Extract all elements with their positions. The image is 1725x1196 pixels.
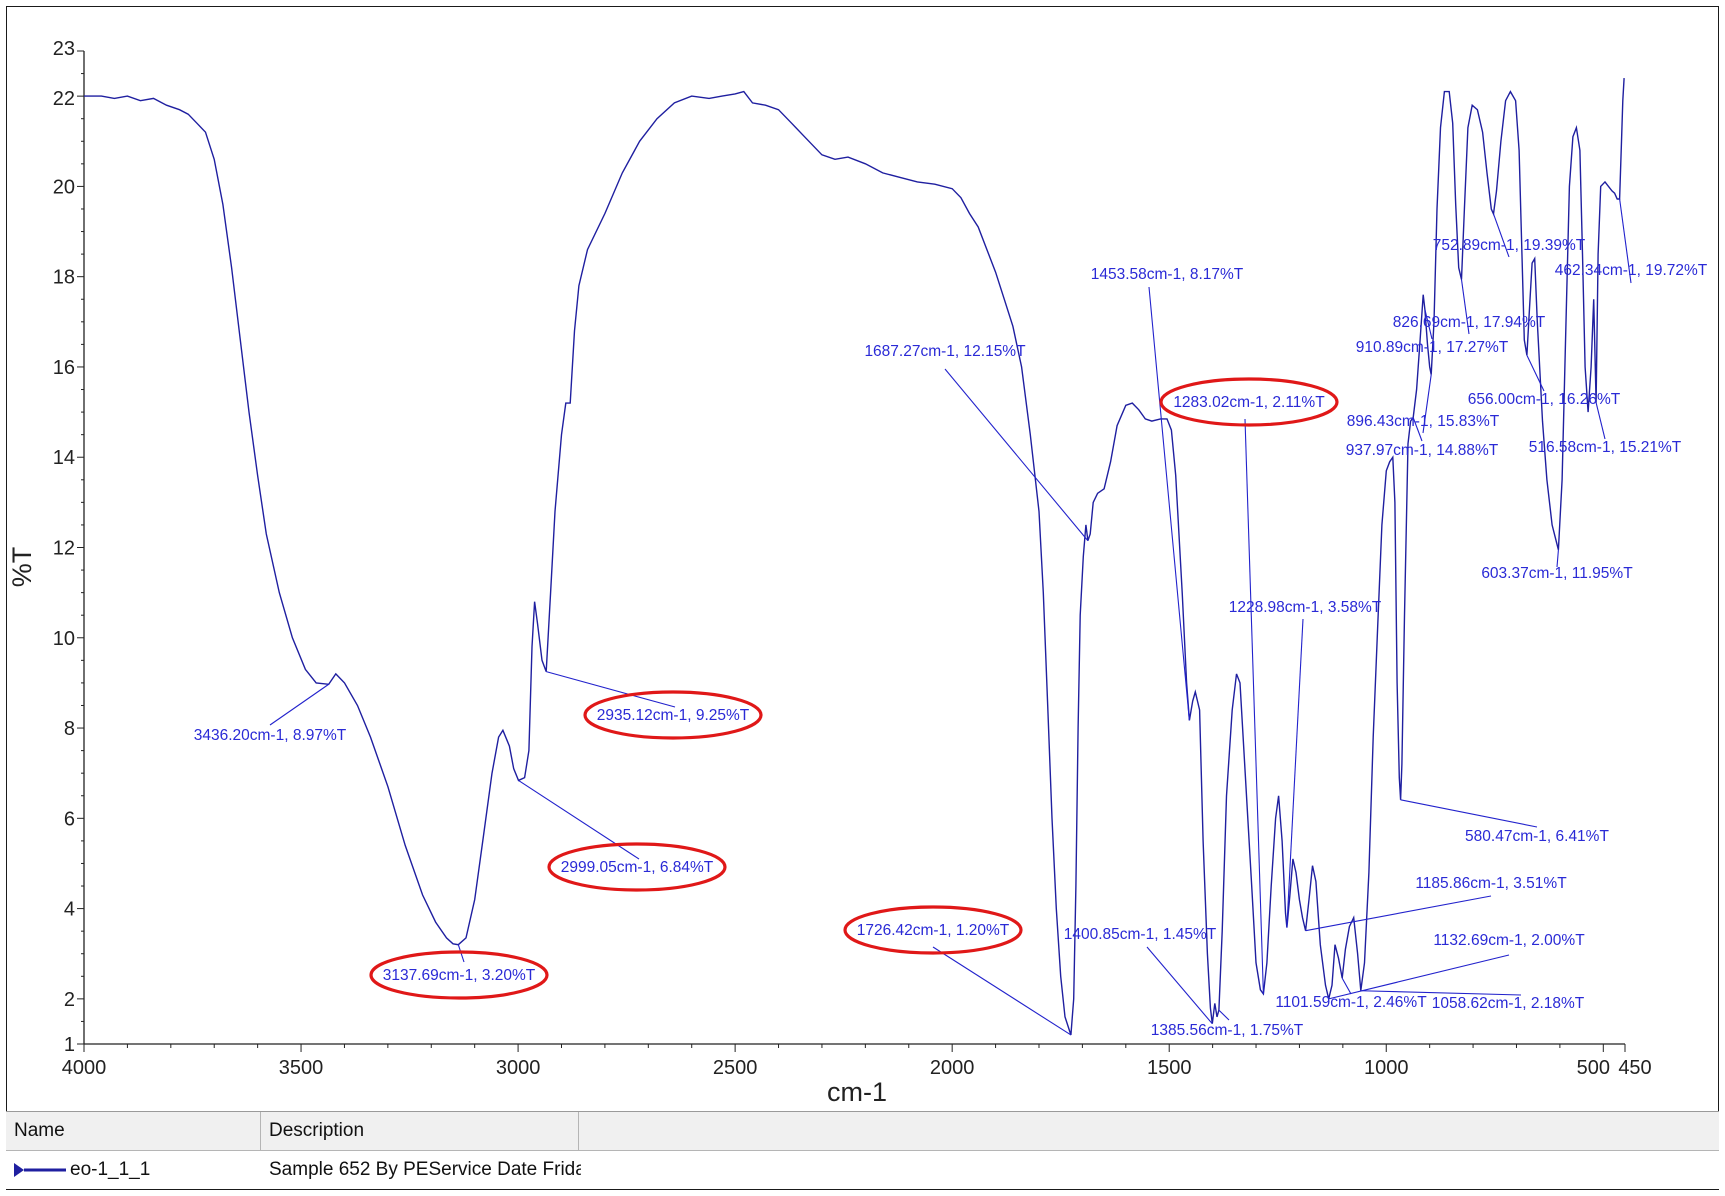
peak-label: 752.89cm-1, 19.39%T <box>1433 237 1586 254</box>
x-tick-label: 2500 <box>713 1057 758 1079</box>
peak-label: 910.89cm-1, 17.27%T <box>1356 339 1509 356</box>
x-tick-label: 1000 <box>1364 1057 1409 1079</box>
x-tick-label: 1500 <box>1147 1057 1192 1079</box>
peak-annotations: 3436.20cm-1, 8.97%T 3137.69cm-1, 3.20%T 29… <box>194 198 1708 1039</box>
y-axis-title: %T <box>7 547 37 588</box>
peak-label: 1228.98cm-1, 3.58%T <box>1229 599 1382 616</box>
y-tick-label: 12 <box>53 538 75 560</box>
peak-label: 826.69cm-1, 17.94%T <box>1393 314 1546 331</box>
peak-leader-line <box>1305 895 1492 932</box>
spectra-list-header: Name Description <box>6 1111 1719 1151</box>
peak-label: 1400.85cm-1, 1.45%T <box>1064 926 1217 943</box>
y-tick-label: 6 <box>64 808 75 830</box>
peak-label: 1132.69cm-1, 2.00%T <box>1433 932 1585 949</box>
spectrum-series <box>84 78 1625 1036</box>
peak-leader-line <box>1148 286 1190 721</box>
column-header-description[interactable]: Description <box>261 1112 579 1150</box>
x-tick-label: 3500 <box>279 1057 324 1079</box>
peak-leader-line <box>1400 799 1538 828</box>
peak-label: 603.37cm-1, 11.95%T <box>1481 565 1633 582</box>
peak-leader-line <box>1286 618 1304 928</box>
y-tick-label: 22 <box>53 88 75 110</box>
peak-label: 1185.86cm-1, 3.51%T <box>1415 875 1567 892</box>
peak-leader-line <box>1595 402 1606 440</box>
peak-label: 896.43cm-1, 15.83%T <box>1347 413 1500 430</box>
peak-label: 3137.69cm-1, 3.20%T <box>383 967 536 984</box>
peak-leader-line <box>1526 354 1545 392</box>
peak-leader-line <box>932 946 1072 1036</box>
row-name-cell: eo-1_1_1 <box>6 1151 261 1189</box>
y-tick-label: 10 <box>53 628 75 650</box>
peak-label: 2935.12cm-1, 9.25%T <box>597 707 750 724</box>
y-tick-label: 18 <box>53 267 75 289</box>
peak-label: 3436.20cm-1, 8.97%T <box>194 727 347 744</box>
peak-label: 937.97cm-1, 14.88%T <box>1346 442 1499 459</box>
peak-leader-line <box>1218 1009 1230 1021</box>
x-axis-title: cm-1 <box>827 1077 887 1107</box>
peak-leader-line <box>546 671 676 708</box>
peak-label: 1101.59cm-1, 2.46%T <box>1275 994 1427 1011</box>
y-tick-label: 8 <box>64 718 75 740</box>
y-tick-label: 20 <box>53 176 75 198</box>
peak-leader-line <box>1146 946 1213 1025</box>
peak-label: 656.00cm-1, 16.26%T <box>1468 391 1621 408</box>
column-header-name[interactable]: Name <box>6 1112 261 1150</box>
peak-label: 2999.05cm-1, 6.84%T <box>561 859 714 876</box>
y-tick-label: 4 <box>64 899 75 921</box>
y-tick-label: 14 <box>53 447 75 469</box>
x-tick-label: 2000 <box>930 1057 975 1079</box>
x-tick-label: 450 <box>1618 1057 1651 1079</box>
peak-leader-line <box>1244 418 1264 994</box>
spectrum-line <box>84 78 1625 1036</box>
peak-label: 580.47cm-1, 6.41%T <box>1465 828 1609 845</box>
spectra-list-row[interactable]: eo-1_1_1 Sample 652 By PEService Date Fr… <box>6 1151 1719 1189</box>
row-description-cell: Sample 652 By PEService Date Friday, Apr… <box>269 1159 581 1180</box>
peak-label: 516.58cm-1, 15.21%T <box>1529 439 1682 456</box>
peak-label: 1385.56cm-1, 1.75%T <box>1151 1022 1304 1039</box>
spectrum-window: 4000 3500 3000 2500 2000 1500 1000 500 450 1 2 4 6 8 1… <box>6 6 1719 1190</box>
spectra-list: Name Description eo-1_1_1 Sample 652 By … <box>6 1111 1719 1190</box>
x-tick-label: 3000 <box>496 1057 541 1079</box>
y-tick-label: 23 <box>53 38 75 60</box>
peak-leader-line <box>269 683 330 726</box>
x-tick-label: 500 <box>1577 1057 1610 1079</box>
axes: 4000 3500 3000 2500 2000 1500 1000 500 450124681… <box>53 38 1652 1079</box>
peak-leader-line <box>1341 977 1352 995</box>
ir-spectrum-chart: 4000 3500 3000 2500 2000 1500 1000 500 450124681… <box>7 38 1708 1107</box>
spectrum-name: eo-1_1_1 <box>70 1159 151 1180</box>
peak-label: 1058.62cm-1, 2.18%T <box>1432 995 1585 1012</box>
peak-leader-line <box>518 779 640 860</box>
x-tick-label: 4000 <box>62 1057 107 1079</box>
y-tick-label: 16 <box>53 357 75 379</box>
spectrum-line-icon <box>14 1163 66 1177</box>
y-tick-label: 2 <box>64 989 75 1011</box>
peak-leader-line <box>944 368 1089 542</box>
peak-label: 1283.02cm-1, 2.11%T <box>1173 394 1325 411</box>
peak-label: 1726.42cm-1, 1.20%T <box>857 922 1010 939</box>
peak-label: 462.34cm-1, 19.72%T <box>1555 262 1708 279</box>
y-tick-label: 1 <box>64 1034 75 1056</box>
peak-label: 1687.27cm-1, 12.15%T <box>864 343 1026 360</box>
peak-label: 1453.58cm-1, 8.17%T <box>1091 266 1244 283</box>
